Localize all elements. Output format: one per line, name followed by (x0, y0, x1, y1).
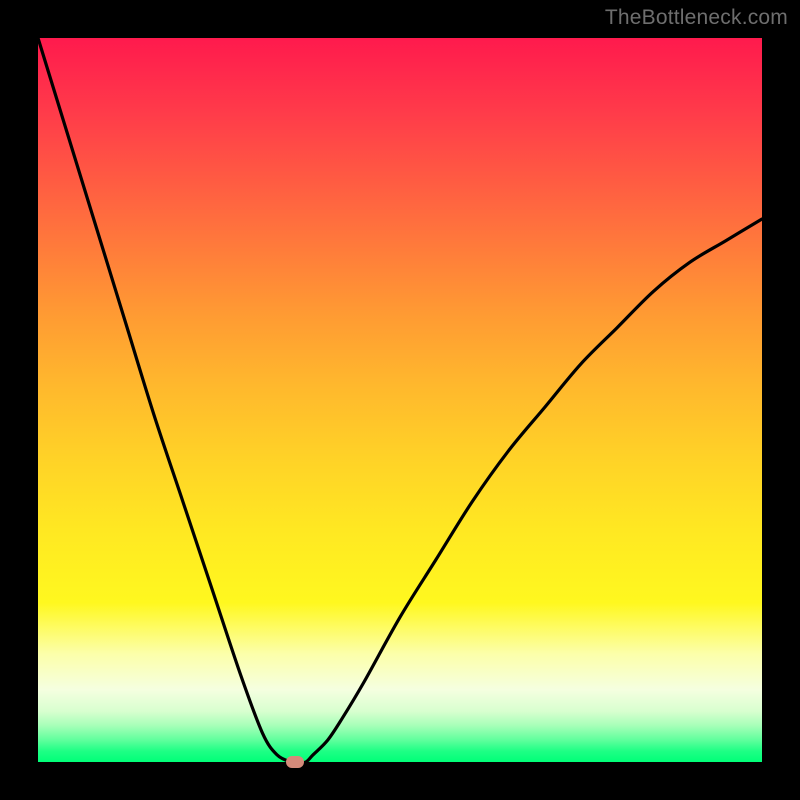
watermark-text: TheBottleneck.com (605, 6, 788, 30)
chart-frame: TheBottleneck.com (0, 0, 800, 800)
bottleneck-curve (38, 38, 762, 762)
optimal-marker (286, 756, 304, 768)
plot-area (38, 38, 762, 762)
